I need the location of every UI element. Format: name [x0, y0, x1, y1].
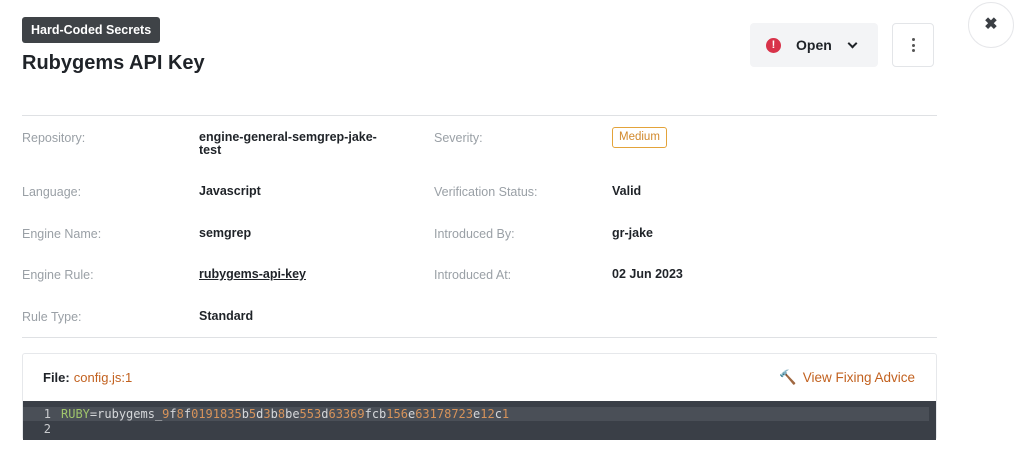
code-variable: RUBY	[61, 407, 90, 421]
kebab-dot	[911, 49, 915, 52]
introduced-by-value: gr-jake	[612, 226, 653, 240]
repository-label: Repository:	[22, 131, 86, 145]
engine-rule-link[interactable]: rubygems-api-key	[199, 268, 306, 281]
page-title: Rubygems API Key	[22, 52, 205, 74]
file-card: File: config.js:1 🔨 View Fixing Advice 1…	[22, 353, 937, 440]
category-badge: Hard-Coded Secrets	[22, 17, 161, 43]
code-secret-value: rubygems_9f8f0191835b5d3b8be553d63369fcb…	[97, 407, 510, 421]
verification-status-label: Verification Status:	[434, 185, 538, 199]
chevron-down-icon	[847, 38, 858, 48]
introduced-by-label: Introduced By:	[434, 227, 515, 241]
introduced-at-label: Introduced At:	[434, 268, 512, 282]
status-dropdown-button[interactable]: ! Open	[750, 23, 878, 67]
close-icon: ✖	[984, 16, 998, 33]
code-line: 1 RUBY=rubygems_9f8f0191835b5d3b8be553d63…	[23, 407, 929, 421]
more-options-button[interactable]	[892, 23, 934, 67]
file-name[interactable]: config.js:1	[74, 370, 133, 385]
kebab-dot	[911, 38, 915, 41]
file-label: File:	[43, 370, 70, 385]
code-snippet: 1 RUBY=rubygems_9f8f0191835b5d3b8be553d63…	[23, 401, 936, 440]
alert-circle-icon: !	[766, 37, 781, 53]
advice-label: View Fixing Advice	[802, 370, 915, 385]
engine-name-value: semgrep	[199, 226, 252, 240]
introduced-at-value: 02 Jun 2023	[612, 267, 683, 281]
verification-status-value: Valid	[612, 184, 642, 198]
rule-type-value: Standard	[199, 309, 254, 323]
engine-name-label: Engine Name:	[22, 227, 102, 241]
hammer-icon: 🔨	[779, 369, 797, 385]
repository-value: engine-general-semgrep-jake-test	[199, 130, 377, 157]
severity-badge: Medium	[612, 127, 667, 148]
kebab-dot	[911, 43, 915, 47]
code-line: 2	[23, 422, 929, 436]
engine-rule-label: Engine Rule:	[22, 268, 94, 282]
severity-label: Severity:	[434, 131, 483, 145]
details-divider	[22, 337, 937, 338]
language-label: Language:	[22, 185, 82, 199]
line-number: 2	[43, 422, 51, 436]
close-button[interactable]: ✖	[968, 2, 1014, 48]
header-divider	[22, 115, 937, 116]
status-label: Open	[796, 37, 832, 53]
rule-type-label: Rule Type:	[22, 310, 82, 324]
view-fixing-advice-link[interactable]: 🔨 View Fixing Advice	[779, 369, 915, 386]
line-number: 1	[43, 407, 51, 421]
language-value: Javascript	[199, 184, 261, 198]
